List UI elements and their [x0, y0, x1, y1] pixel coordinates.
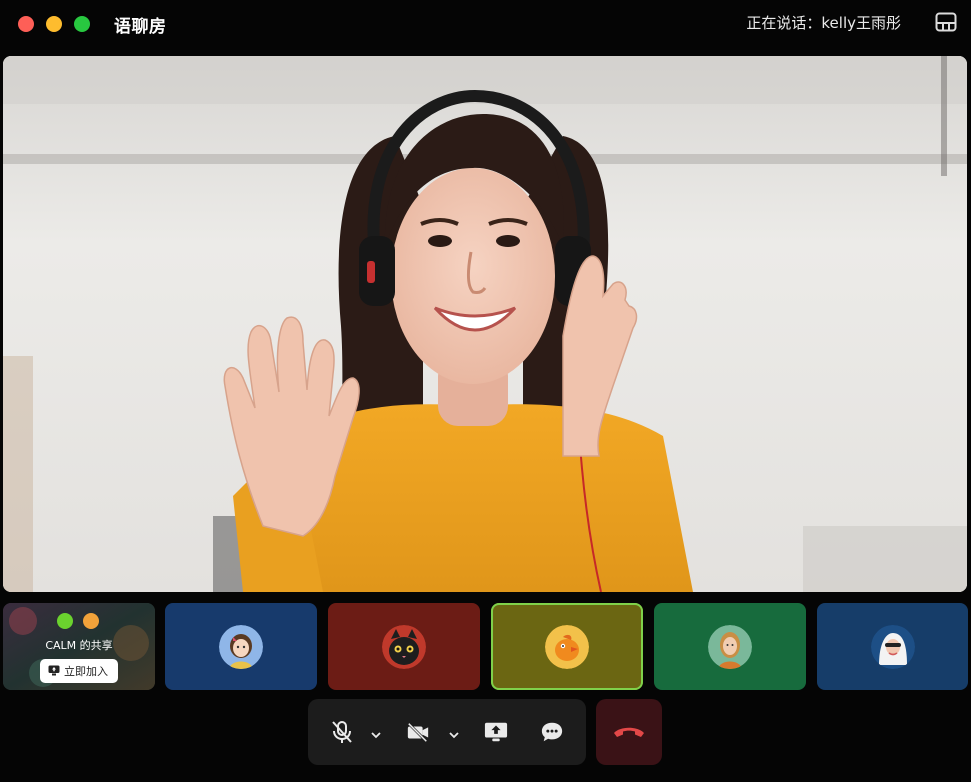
- chevron-down-icon: [449, 732, 459, 739]
- chat-icon: [541, 722, 563, 742]
- avatar-orange-bird-icon: [545, 624, 589, 669]
- avatar-woman-icon: [708, 624, 752, 669]
- speaking-indicator: 正在说话：kelly王雨彤: [746, 14, 901, 32]
- participant-tile[interactable]: [817, 603, 968, 690]
- participant-tile[interactable]: [654, 603, 806, 690]
- join-share-label: 立即加入: [64, 664, 108, 678]
- join-share-button[interactable]: 立即加入: [40, 658, 118, 683]
- mic-toggle-button[interactable]: [330, 720, 354, 744]
- participant-tile-active[interactable]: [491, 603, 643, 690]
- mic-muted-icon: [332, 721, 352, 743]
- maximize-window-button[interactable]: [74, 16, 90, 32]
- speaker-video-frame: [3, 56, 967, 592]
- chevron-down-icon: [371, 732, 381, 739]
- window-title: 语聊房: [114, 16, 167, 37]
- call-controls: [308, 699, 586, 765]
- window-controls: [18, 16, 90, 32]
- share-screen-small-icon: [48, 665, 60, 676]
- camera-toggle-button[interactable]: [406, 720, 430, 744]
- close-window-button[interactable]: [18, 16, 34, 32]
- hang-up-icon: [614, 727, 644, 737]
- mic-options-button[interactable]: [370, 726, 382, 739]
- app-window: 语聊房 正在说话：kelly王雨彤 CALM 的共享 立即加入: [0, 0, 971, 782]
- chat-button[interactable]: [540, 720, 564, 744]
- layout-toggle-button[interactable]: [935, 12, 957, 32]
- avatar-black-cat-icon: [382, 624, 426, 669]
- camera-off-icon: [407, 722, 429, 743]
- share-tile-content: CALM 的共享 立即加入: [3, 603, 155, 690]
- minimize-window-button[interactable]: [46, 16, 62, 32]
- participant-strip: CALM 的共享 立即加入: [3, 603, 968, 691]
- layout-icon: [935, 12, 957, 32]
- screen-share-button[interactable]: [484, 720, 508, 744]
- title-bar: 语聊房 正在说话：kelly王雨彤: [0, 0, 971, 48]
- share-title: CALM 的共享: [45, 638, 113, 652]
- screen-share-tile[interactable]: CALM 的共享 立即加入: [3, 603, 155, 690]
- main-video[interactable]: [3, 56, 967, 592]
- participant-tile[interactable]: [165, 603, 317, 690]
- participant-tile[interactable]: [328, 603, 480, 690]
- avatar-girl-icon: [219, 624, 263, 669]
- camera-options-button[interactable]: [448, 726, 460, 739]
- hang-up-button[interactable]: [596, 699, 662, 765]
- avatar-white-hair-icon: [870, 624, 915, 669]
- screen-share-icon: [484, 722, 508, 742]
